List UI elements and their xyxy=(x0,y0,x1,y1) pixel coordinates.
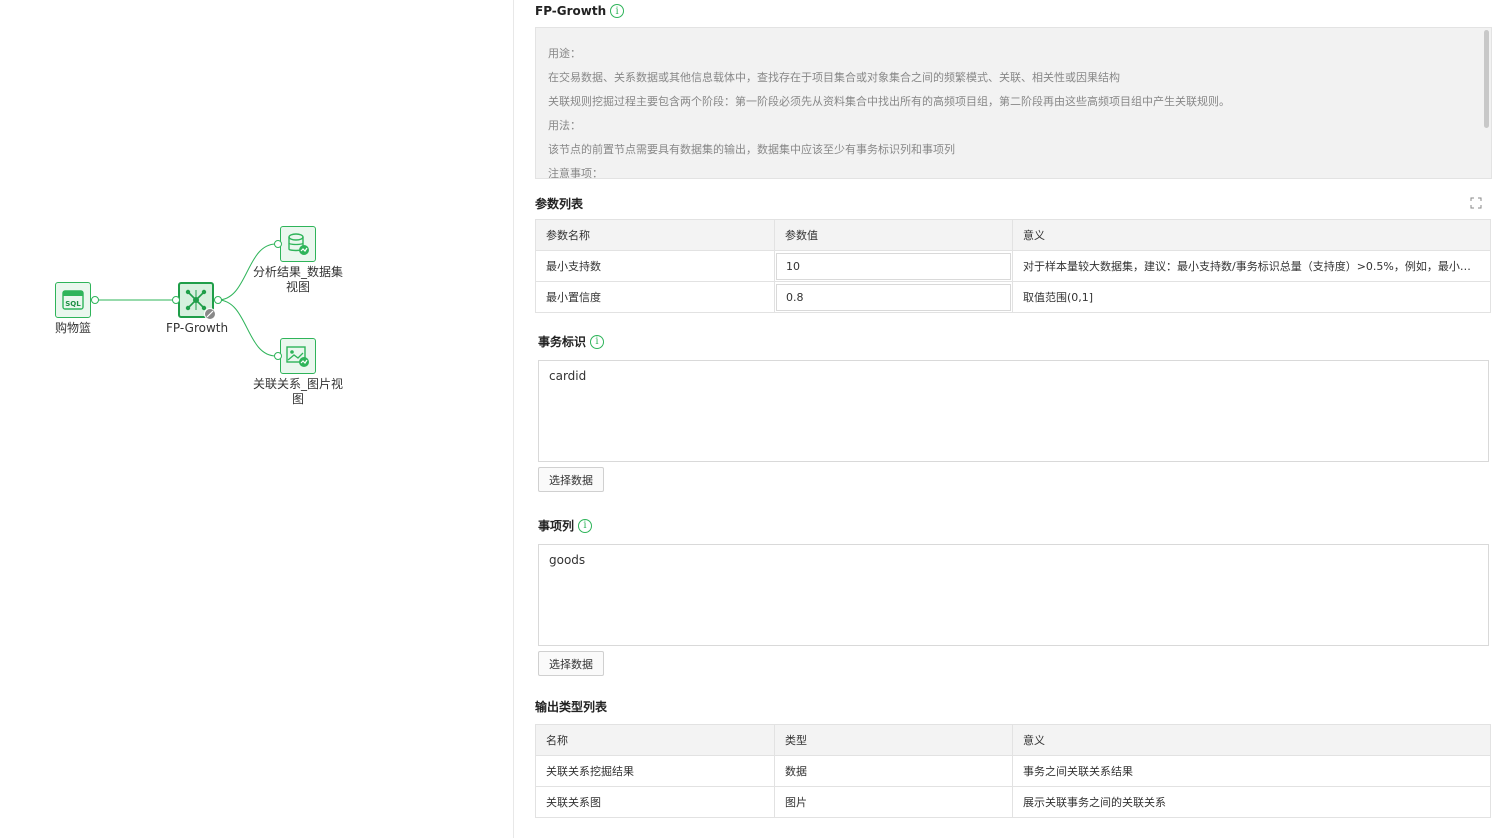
output-meaning: 事务之间关联关系结果 xyxy=(1012,755,1491,787)
output-port[interactable] xyxy=(91,296,99,304)
select-item-data-button[interactable]: 选择数据 xyxy=(538,651,604,676)
flow-canvas[interactable]: SQL 购物篮 FP-Growth 分析结果_数据集视图 关联关系_图片视图 xyxy=(0,0,514,838)
transaction-title: 事务标识 i xyxy=(538,333,605,350)
node-box[interactable]: SQL xyxy=(55,282,91,318)
params-title: 参数列表 xyxy=(535,195,583,212)
param-meaning: 对于样本量较大数据集，建议：最小支持数/事务标识总量（支持度）>0.5%，例如，… xyxy=(1012,250,1491,282)
param-value-cell xyxy=(774,281,1013,313)
description-box[interactable]: 用途： 在交易数据、关系数据或其他信息载体中，查找存在于项目集合或对象集合之间的… xyxy=(535,27,1492,179)
output-type: 数据 xyxy=(774,755,1013,787)
params-title-text: 参数列表 xyxy=(535,197,584,211)
outputs-title-text: 输出类型列表 xyxy=(535,700,608,714)
node-label: FP-Growth xyxy=(166,321,229,335)
description-line: 用途： xyxy=(548,47,581,60)
input-port[interactable] xyxy=(274,352,282,360)
table-row: 关联关系挖掘结果 数据 事务之间关联关系结果 xyxy=(535,755,1491,787)
info-icon[interactable]: i xyxy=(578,518,593,533)
node-label: 分析结果_数据集视图 xyxy=(252,265,343,294)
disabled-badge-icon xyxy=(204,308,216,320)
params-table: 参数名称 参数值 意义 最小支持数 对于样本量较大数据集，建议：最小支持数/事务… xyxy=(535,219,1491,313)
column-header: 意义 xyxy=(1012,219,1491,251)
node-box[interactable] xyxy=(280,338,316,374)
svg-text:SQL: SQL xyxy=(65,300,81,308)
edges-layer xyxy=(96,243,277,357)
param-meaning: 取值范围(0,1] xyxy=(1012,281,1491,313)
transaction-title-text: 事务标识 xyxy=(538,335,587,349)
image-chart-icon xyxy=(286,346,309,367)
property-panel: FP-Growth i 用途： 在交易数据、关系数据或其他信息载体中，查找存在于… xyxy=(515,0,1504,838)
output-meaning: 展示关联事务之间的关联关系 xyxy=(1012,786,1491,818)
column-header: 参数名称 xyxy=(535,219,775,251)
input-port[interactable] xyxy=(274,240,282,248)
description-line: 该节点的前置节点需要具有数据集的输出，数据集中应该至少有事务标识列和事项列 xyxy=(548,143,955,156)
table-header-row: 名称 类型 意义 xyxy=(535,724,1491,756)
output-name: 关联关系挖掘结果 xyxy=(535,755,775,787)
description-line: 在交易数据、关系数据或其他信息载体中，查找存在于项目集合或对象集合之间的频繁模式… xyxy=(548,71,1120,84)
param-value-cell xyxy=(774,250,1013,282)
table-row: 最小支持数 对于样本量较大数据集，建议：最小支持数/事务标识总量（支持度）>0.… xyxy=(535,250,1491,282)
input-port[interactable] xyxy=(172,296,180,304)
table-header-row: 参数名称 参数值 意义 xyxy=(535,219,1491,251)
info-icon[interactable]: i xyxy=(610,4,625,18)
item-title: 事项列 i xyxy=(538,517,593,534)
column-header: 类型 xyxy=(774,724,1013,756)
node-title-text: FP-Growth xyxy=(535,4,607,18)
item-title-text: 事项列 xyxy=(538,519,575,533)
info-icon[interactable]: i xyxy=(590,334,605,349)
table-row: 关联关系图 图片 展示关联事务之间的关联关系 xyxy=(535,786,1491,818)
output-type: 图片 xyxy=(774,786,1013,818)
outputs-title: 输出类型列表 xyxy=(535,698,607,715)
description-line: 用法： xyxy=(548,119,581,132)
select-transaction-data-button[interactable]: 选择数据 xyxy=(538,467,604,492)
column-header: 参数值 xyxy=(774,219,1013,251)
expand-icon[interactable] xyxy=(1470,197,1482,209)
column-header: 名称 xyxy=(535,724,775,756)
min-confidence-input[interactable] xyxy=(776,283,1011,311)
min-support-input[interactable] xyxy=(776,252,1011,280)
description-scrollbar[interactable] xyxy=(1484,30,1489,128)
node-box[interactable] xyxy=(280,226,316,262)
transaction-id-field[interactable]: cardid xyxy=(538,360,1489,462)
item-column-field[interactable]: goods xyxy=(538,544,1489,646)
database-chart-icon xyxy=(288,233,309,255)
column-header: 意义 xyxy=(1012,724,1491,756)
node-label: 关联关系_图片视图 xyxy=(252,377,343,406)
outputs-table: 名称 类型 意义 关联关系挖掘结果 数据 事务之间关联关系结果 关联关系图 图片… xyxy=(535,724,1491,818)
sql-icon: SQL xyxy=(62,290,84,310)
node-title: FP-Growth i xyxy=(535,4,625,18)
node-label: 购物篮 xyxy=(55,321,92,335)
description-line: 注意事项： xyxy=(548,167,603,179)
output-port[interactable] xyxy=(214,296,222,304)
output-name: 关联关系图 xyxy=(535,786,775,818)
table-row: 最小置信度 取值范围(0,1] xyxy=(535,281,1491,313)
description-line: 关联规则挖掘过程主要包含两个阶段：第一阶段必须先从资料集合中找出所有的高频项目组… xyxy=(548,95,1230,108)
param-name: 最小置信度 xyxy=(535,281,775,313)
param-name: 最小支持数 xyxy=(535,250,775,282)
